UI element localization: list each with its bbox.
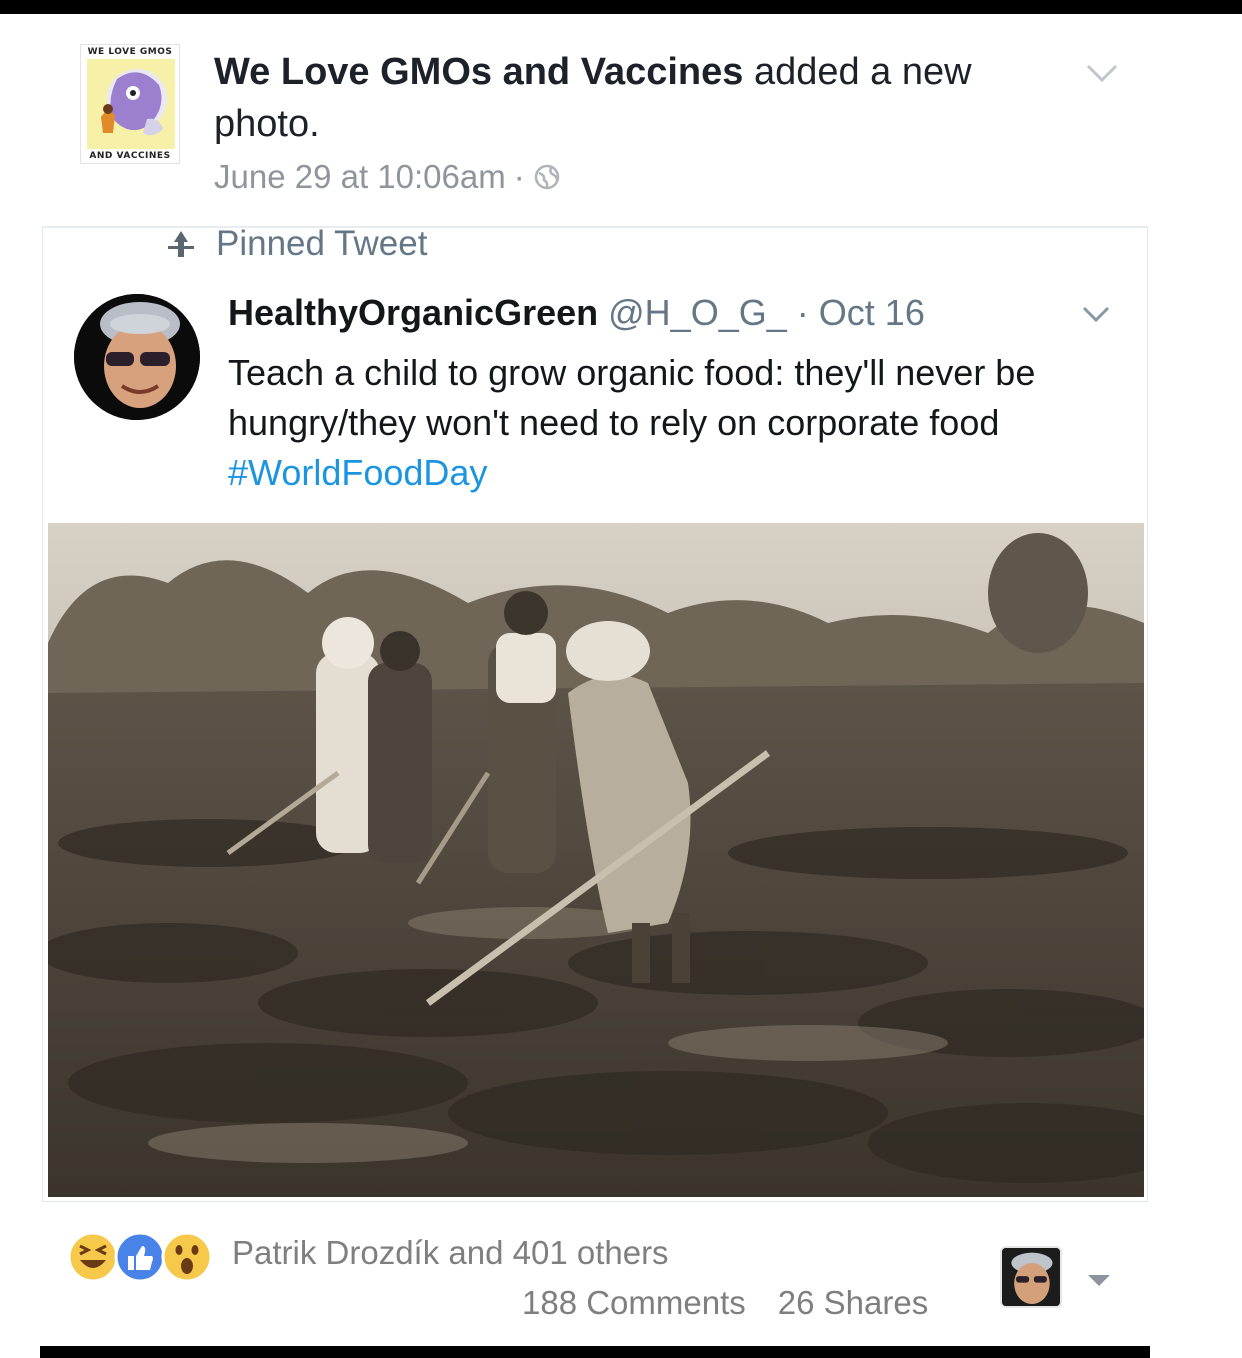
- tweet-menu-chevron-icon[interactable]: [1078, 300, 1114, 328]
- page-logo-caption-bottom: AND VACCINES: [89, 151, 171, 161]
- haha-icon: [67, 1231, 119, 1283]
- post-timestamp[interactable]: June 29 at 10:06am: [214, 158, 506, 196]
- pinned-tweet-label: Pinned Tweet: [216, 224, 428, 263]
- tweet-photo[interactable]: [48, 523, 1144, 1197]
- avatar-portrait: [74, 294, 200, 420]
- tweet-hashtag-link[interactable]: #WorldFoodDay: [228, 452, 487, 493]
- post-stats: 188 Comments 26 Shares: [522, 1284, 928, 1322]
- pin-icon: [168, 231, 194, 257]
- tweet-author-handle[interactable]: @H_O_G_: [608, 292, 787, 333]
- top-border: [0, 0, 1242, 14]
- like-icon: [114, 1231, 166, 1283]
- bottom-border: [40, 1346, 1150, 1358]
- reactors-link[interactable]: Patrik Drozdík and 401 others: [232, 1234, 669, 1272]
- globe-icon: [534, 164, 559, 190]
- tweet-header: HealthyOrganicGreen @H_O_G_ · Oct 16: [228, 292, 925, 334]
- photo-farm-children: [48, 523, 1144, 1197]
- chevron-down-icon[interactable]: [1082, 58, 1122, 88]
- post-title: We Love GMOs and Vaccines added a new ph…: [214, 46, 1014, 150]
- comments-count-link[interactable]: 188 Comments: [522, 1284, 746, 1322]
- viewer-avatar[interactable]: [1000, 1246, 1062, 1308]
- page-logo-caption-top: WE LOVE GMOS: [87, 47, 173, 57]
- reaction-icons[interactable]: [66, 1230, 216, 1284]
- wow-icon: [161, 1231, 213, 1283]
- shares-count-link[interactable]: 26 Shares: [778, 1284, 928, 1322]
- tweet-text: Teach a child to grow organic food: they…: [228, 348, 1118, 498]
- post-meta: June 29 at 10:06am ·: [214, 158, 561, 196]
- page-avatar[interactable]: WE LOVE GMOS AND VACCINES: [80, 44, 180, 164]
- tweet-author-name[interactable]: HealthyOrganicGreen: [228, 292, 598, 333]
- page-logo-art: [87, 59, 175, 149]
- pinned-row: Pinned Tweet: [166, 224, 427, 264]
- tweet-date[interactable]: Oct 16: [819, 292, 925, 333]
- tweet-separator: ·: [796, 292, 809, 333]
- caret-down-icon[interactable]: [1084, 1270, 1114, 1290]
- page-name-link[interactable]: We Love GMOs and Vaccines: [214, 51, 743, 93]
- meta-separator: ·: [513, 158, 525, 195]
- tweet-body: Teach a child to grow organic food: they…: [228, 352, 1036, 443]
- tweet-author-avatar[interactable]: [74, 294, 200, 420]
- viewer-avatar-portrait: [1002, 1248, 1060, 1306]
